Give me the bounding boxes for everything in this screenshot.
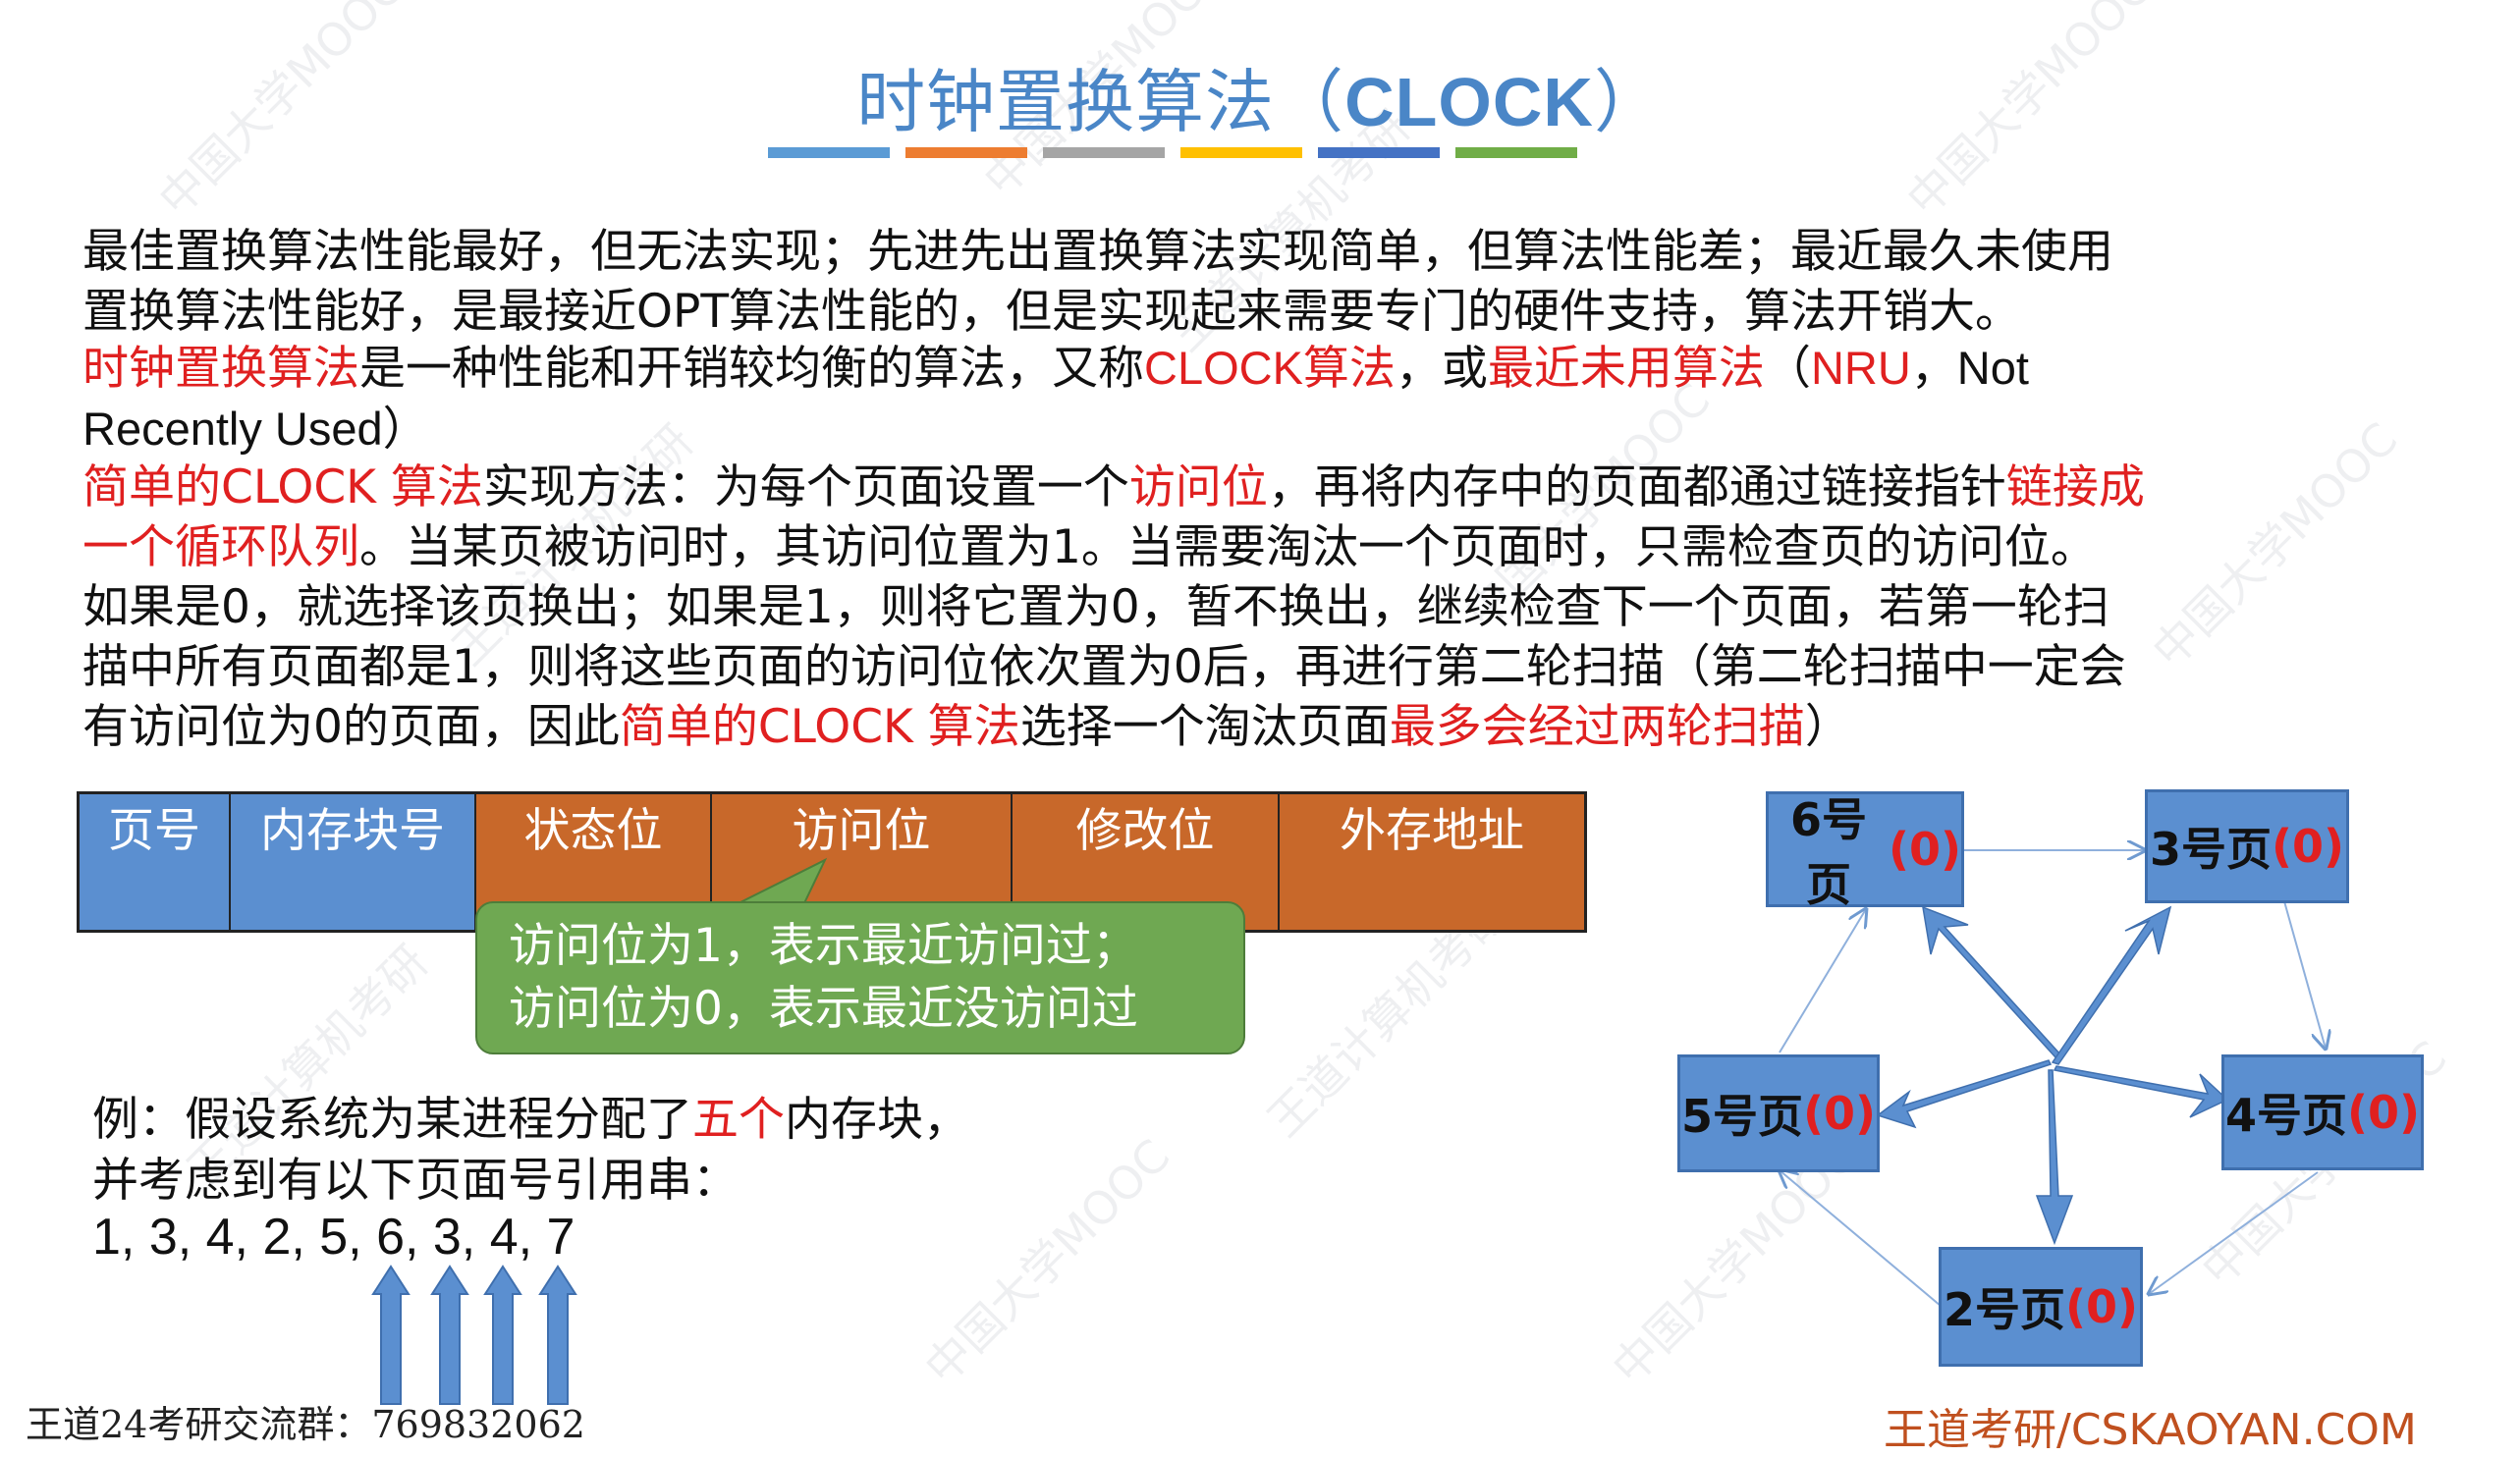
queue-link xyxy=(1779,909,1866,1053)
pointer-arrow xyxy=(1922,905,2062,1060)
queue-link xyxy=(2149,1171,2319,1294)
clock-queue-diagram xyxy=(0,0,2520,1307)
footer-group-number: 王道24考研交流群：769832062 xyxy=(26,1403,585,1446)
page-box-bottom: 2号页 (0) xyxy=(1939,1247,2143,1367)
access-bit-value: (0) xyxy=(1888,823,1961,876)
pointer-arrow xyxy=(2051,905,2172,1065)
page-label: 2号页 xyxy=(1943,1283,2065,1336)
queue-link xyxy=(1780,1170,1942,1307)
pointer-arrow xyxy=(2053,1065,2229,1118)
page-box-top-left: 6号页 (0) xyxy=(1766,791,1964,911)
page-label: 4号页 xyxy=(2224,1089,2347,1142)
access-bit-value: (0) xyxy=(2064,1280,2139,1333)
page-label: 5号页 xyxy=(1680,1090,1803,1143)
access-bit-value: (0) xyxy=(2346,1086,2421,1139)
access-bit-value: (0) xyxy=(2271,820,2345,873)
footer-website: 王道考研/CSKAOYAN.COM xyxy=(1884,1405,2417,1455)
queue-link xyxy=(2283,900,2326,1049)
page-box-left: 5号页 (0) xyxy=(1677,1054,1880,1172)
page-box-right: 4号页 (0) xyxy=(2221,1054,2424,1170)
page-label: 6号页 xyxy=(1789,793,1867,911)
page-label: 3号页 xyxy=(2149,823,2272,876)
page-box-top-right: 3号页 (0) xyxy=(2145,789,2349,903)
pointer-arrow xyxy=(1876,1059,2053,1129)
pointer-arrow xyxy=(2035,1069,2074,1246)
access-bit-value: (0) xyxy=(1802,1087,1877,1140)
